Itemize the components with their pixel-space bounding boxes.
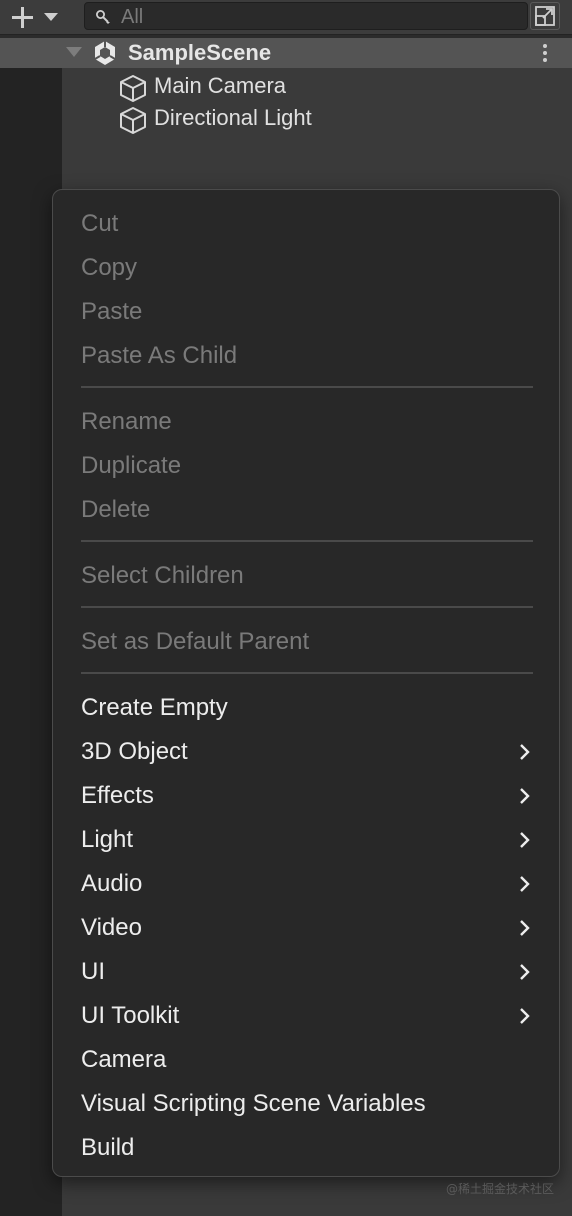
menu-item-label: 3D Object: [81, 738, 188, 765]
hierarchy-item-label: Directional Light: [154, 105, 312, 130]
menu-item-light[interactable]: Light: [81, 821, 533, 859]
menu-item-paste-as-child[interactable]: Paste As Child: [81, 337, 533, 375]
menu-item-ui[interactable]: UI: [81, 953, 533, 991]
menu-item-delete[interactable]: Delete: [81, 491, 533, 529]
menu-item-label: Paste: [81, 298, 143, 325]
menu-item-visual-scripting-scene-variables[interactable]: Visual Scripting Scene Variables: [81, 1085, 533, 1123]
add-object-button[interactable]: [8, 4, 64, 30]
menu-item-label: Build: [81, 1134, 135, 1161]
menu-item-label: Set as Default Parent: [81, 628, 310, 655]
menu-item-copy[interactable]: Copy: [81, 249, 533, 287]
menu-item-create-empty[interactable]: Create Empty: [81, 689, 533, 727]
menu-item-set-as-default-parent[interactable]: Set as Default Parent: [81, 623, 533, 661]
maximize-button[interactable]: [530, 2, 560, 30]
chevron-right-icon: [520, 744, 530, 760]
menu-item-label: Video: [81, 914, 142, 941]
menu-item-label: Copy: [81, 254, 138, 281]
menu-item-label: Select Children: [81, 562, 244, 589]
menu-item-video[interactable]: Video: [81, 909, 533, 947]
expand-arrow-icon[interactable]: [66, 47, 82, 57]
more-options-icon[interactable]: [538, 42, 552, 64]
menu-separator: [81, 386, 533, 388]
menu-item-select-children[interactable]: Select Children: [81, 557, 533, 595]
chevron-right-icon: [520, 788, 530, 804]
menu-item-camera[interactable]: Camera: [81, 1041, 533, 1079]
context-menu: Cut Copy Paste Paste As Child Rename Dup…: [52, 189, 560, 1177]
menu-item-rename[interactable]: Rename: [81, 403, 533, 441]
maximize-icon: [535, 6, 555, 26]
plus-icon: [10, 6, 34, 30]
scene-name: SampleScene: [128, 40, 272, 65]
watermark: @稀土掘金技术社区: [446, 1182, 555, 1196]
cube-icon: [120, 107, 146, 134]
menu-item-label: UI Toolkit: [81, 1002, 180, 1029]
menu-item-label: Camera: [81, 1046, 167, 1073]
menu-item-label: Effects: [81, 782, 154, 809]
chevron-right-icon: [520, 832, 530, 848]
hierarchy-item-label: Main Camera: [154, 73, 287, 98]
hierarchy-window: SampleScene Main Camera Directional Ligh…: [0, 0, 572, 1216]
chevron-right-icon: [520, 964, 530, 980]
cube-icon: [120, 75, 146, 102]
unity-logo-icon: [94, 41, 116, 65]
menu-item-ui-toolkit[interactable]: UI Toolkit: [81, 997, 533, 1035]
menu-separator: [81, 672, 533, 674]
menu-item-paste[interactable]: Paste: [81, 293, 533, 331]
menu-item-cut[interactable]: Cut: [81, 205, 533, 243]
menu-item-duplicate[interactable]: Duplicate: [81, 447, 533, 485]
chevron-down-icon: [44, 13, 58, 21]
chevron-right-icon: [520, 920, 530, 936]
menu-separator: [81, 540, 533, 542]
menu-item-build[interactable]: Build: [81, 1129, 533, 1167]
menu-item-effects[interactable]: Effects: [81, 777, 533, 815]
chevron-right-icon: [520, 1008, 530, 1024]
menu-item-label: Light: [81, 826, 134, 853]
menu-item-3d-object[interactable]: 3D Object: [81, 733, 533, 771]
menu-item-label: Paste As Child: [81, 342, 238, 369]
menu-item-label: Create Empty: [81, 694, 228, 721]
menu-item-label: Visual Scripting Scene Variables: [81, 1090, 426, 1117]
menu-item-label: Duplicate: [81, 452, 182, 479]
menu-item-label: Cut: [81, 210, 119, 237]
hierarchy-item-directional-light[interactable]: Directional Light: [118, 102, 538, 134]
hierarchy-toolbar: [0, 0, 572, 35]
menu-item-label: Audio: [81, 870, 143, 897]
chevron-right-icon: [520, 876, 530, 892]
scene-row[interactable]: SampleScene: [0, 38, 572, 68]
search-input[interactable]: [121, 6, 511, 28]
menu-item-label: Rename: [81, 408, 172, 435]
menu-item-label: UI: [81, 958, 105, 985]
search-icon: [96, 10, 110, 24]
menu-item-audio[interactable]: Audio: [81, 865, 533, 903]
hierarchy-item-main-camera[interactable]: Main Camera: [118, 70, 538, 102]
menu-separator: [81, 606, 533, 608]
search-field[interactable]: [84, 2, 528, 30]
menu-item-label: Delete: [81, 496, 151, 523]
